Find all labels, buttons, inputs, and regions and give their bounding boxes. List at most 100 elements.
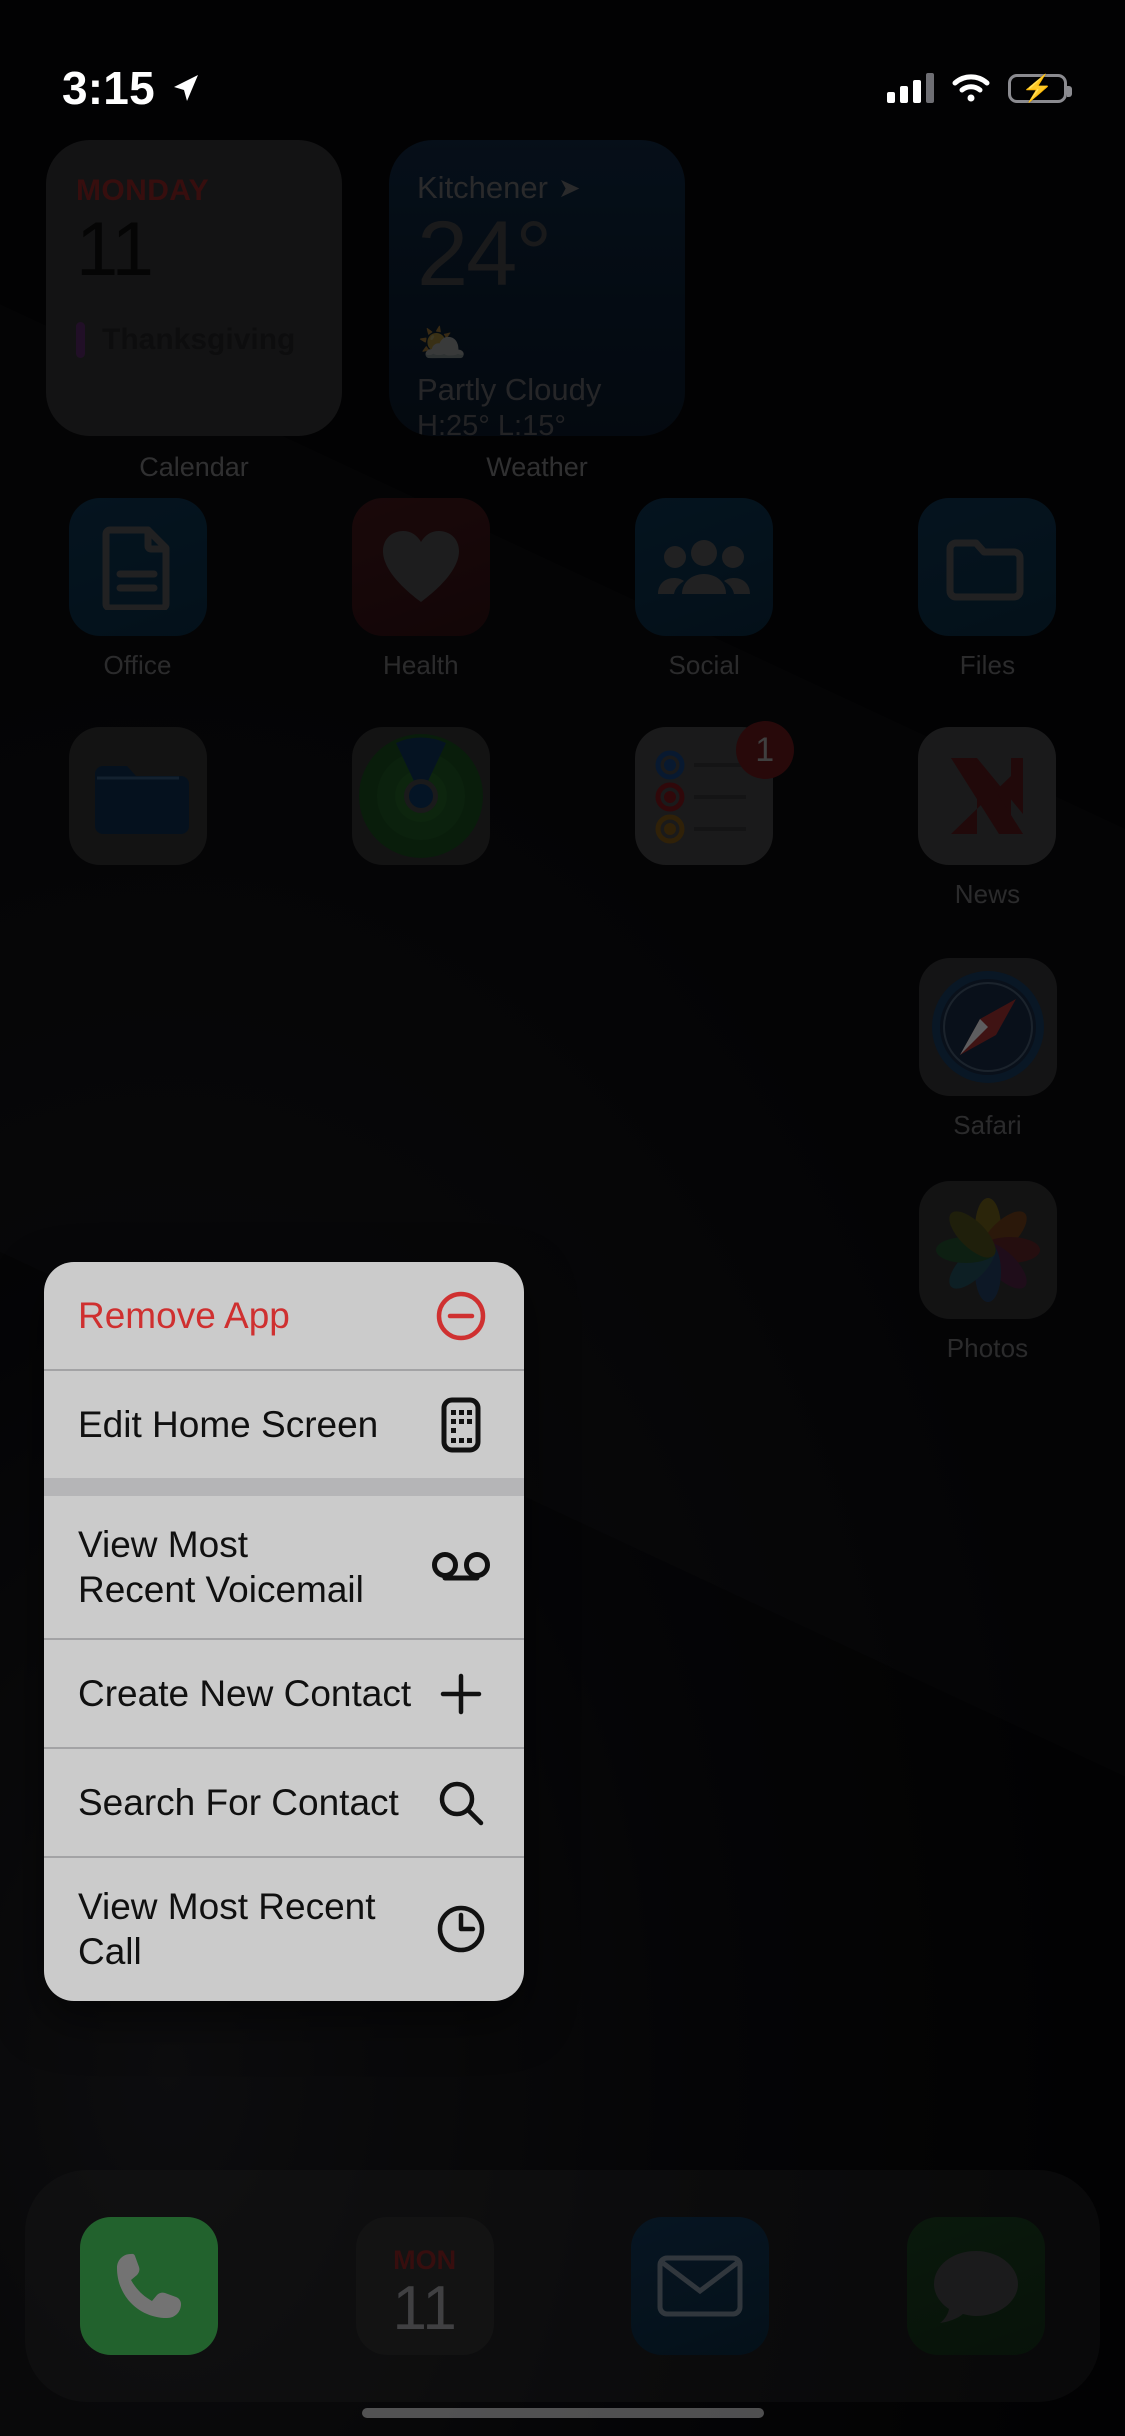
compass-icon — [931, 971, 1044, 1083]
menu-item-label: Search For Contact — [78, 1782, 399, 1824]
app-label: Files — [959, 650, 1016, 680]
app-label: Safari — [953, 1110, 1022, 1140]
weather-widget-condition: Partly Cloudy — [417, 372, 602, 407]
menu-item-label: View Most Recent Call — [78, 1886, 376, 1973]
speech-bubble-icon — [933, 2251, 1018, 2323]
menu-item-view-voicemail[interactable]: View Most Recent Voicemail — [44, 1496, 524, 1638]
calendar-widget[interactable]: MONDAY 11 Thanksgiving — [46, 140, 342, 436]
clock-icon — [432, 1900, 490, 1958]
menu-item-label: Create New Contact — [78, 1673, 412, 1715]
weather-widget-high-low: H:25° L:15° — [417, 410, 566, 436]
app-label: Social — [668, 650, 740, 680]
plus-icon — [432, 1665, 490, 1723]
health-icon — [351, 498, 490, 636]
menu-separator-group — [44, 1478, 524, 1496]
menu-item-label: Remove App — [78, 1294, 290, 1336]
menu-item-create-contact[interactable]: Create New Contact — [44, 1640, 524, 1747]
app-office[interactable]: Office — [40, 498, 235, 681]
folder-icon — [946, 539, 1024, 601]
status-bar-right: ⚡ — [887, 73, 1072, 103]
blue-folder-icon — [94, 766, 189, 834]
menu-item-search-contact[interactable]: Search For Contact — [44, 1749, 524, 1856]
photos-icon — [918, 1181, 1057, 1319]
location-arrow-icon: ➤ — [557, 172, 581, 203]
radar-icon — [358, 734, 483, 858]
location-arrow-icon — [173, 75, 198, 101]
calendar-widget-label: Calendar — [139, 452, 249, 482]
calendar-widget-date: 11 — [76, 207, 154, 292]
home-screen: MONDAY 11 Thanksgiving Calendar Kitchene… — [0, 0, 1125, 2436]
status-bar-left: 3:15 — [62, 61, 202, 115]
battery-charging-icon: ⚡ — [1008, 73, 1072, 103]
widget-stack: MONDAY 11 Thanksgiving Calendar Kitchene… — [46, 140, 1079, 482]
home-indicator[interactable] — [361, 2408, 764, 2418]
weather-widget[interactable]: Kitchener ➤ 24° ⛅ Partly Cloudy H:25° L:… — [389, 140, 685, 436]
app-social[interactable]: Social — [607, 498, 802, 681]
app-news[interactable]: News — [890, 727, 1085, 910]
status-bar-clock: 3:15 — [62, 62, 155, 114]
news-icon — [918, 727, 1057, 865]
dock: MON 11 — [25, 2170, 1100, 2402]
menu-item-view-recent-call[interactable]: View Most Recent Call — [44, 1858, 524, 2000]
phone-handset-icon — [117, 2253, 181, 2318]
calendar-widget-event-title: Thanksgiving — [102, 323, 296, 357]
app-grid: Office Health Social Files 1 News Safari… — [0, 498, 1125, 1376]
menu-item-label: Edit Home Screen — [78, 1403, 379, 1445]
search-icon — [432, 1774, 490, 1832]
calendar-icon: MON 11 — [355, 2217, 494, 2355]
dock-calendar-weekday: MON — [393, 2244, 457, 2275]
wifi-icon — [952, 74, 990, 102]
app-context-menu: Remove App Edit Home Screen View Most Re… — [44, 1262, 524, 2001]
heart-icon — [382, 531, 459, 602]
envelope-icon — [657, 2255, 743, 2317]
app-folder[interactable] — [40, 727, 235, 910]
app-health[interactable]: Health — [323, 498, 518, 681]
event-color-bar — [76, 322, 85, 359]
app-label: Office — [103, 650, 172, 680]
calendar-widget-event: Thanksgiving — [76, 322, 312, 359]
minus-circle-icon — [432, 1287, 490, 1345]
app-label: Photos — [946, 1333, 1029, 1363]
office-icon — [68, 498, 207, 636]
voicemail-icon — [432, 1538, 490, 1596]
phone-icon — [80, 2217, 218, 2355]
folder-stack-icon — [68, 727, 207, 865]
menu-item-remove-app[interactable]: Remove App — [44, 1262, 524, 1369]
charging-bolt-icon: ⚡ — [1021, 73, 1054, 103]
status-bar: 3:15 ⚡ — [0, 0, 1125, 132]
dock-app-calendar[interactable]: MON 11 — [329, 2217, 521, 2355]
find-my-icon — [351, 727, 490, 865]
dock-app-phone[interactable] — [53, 2217, 245, 2355]
reminders-badge: 1 — [735, 721, 794, 779]
messages-icon — [906, 2217, 1045, 2355]
menu-item-edit-home-screen[interactable]: Edit Home Screen — [44, 1371, 524, 1478]
weather-widget-label: Weather — [486, 452, 588, 482]
app-reminders[interactable]: 1 — [607, 721, 802, 910]
people-icon — [658, 540, 751, 594]
document-icon — [102, 526, 169, 610]
weather-widget-city: Kitchener — [417, 170, 548, 205]
social-icon — [635, 498, 774, 636]
news-n-icon — [951, 758, 1024, 834]
dock-app-mail[interactable] — [604, 2217, 796, 2355]
app-row: Safari — [40, 958, 1085, 1141]
edit-home-screen-icon — [432, 1396, 490, 1454]
files-icon — [918, 498, 1057, 636]
safari-icon — [918, 958, 1057, 1096]
menu-item-label: View Most Recent Voicemail — [78, 1524, 364, 1611]
app-label: Health — [382, 650, 459, 680]
calendar-widget-weekday: MONDAY — [76, 174, 209, 207]
mail-icon — [631, 2217, 770, 2355]
weather-widget-temperature: 24° — [417, 203, 552, 305]
dock-app-messages[interactable] — [880, 2217, 1072, 2355]
app-files[interactable]: Files — [890, 498, 1085, 681]
dock-calendar-date: 11 — [392, 2273, 457, 2343]
app-label: News — [954, 879, 1021, 909]
app-row: Office Health Social Files — [40, 498, 1085, 681]
app-row: 1 News — [40, 721, 1085, 910]
partly-cloudy-icon: ⛅ — [417, 322, 467, 366]
app-find-my[interactable] — [323, 727, 518, 910]
app-photos[interactable]: Photos — [890, 1181, 1085, 1364]
pinwheel-icon — [935, 1198, 1040, 1302]
app-safari[interactable]: Safari — [890, 958, 1085, 1141]
